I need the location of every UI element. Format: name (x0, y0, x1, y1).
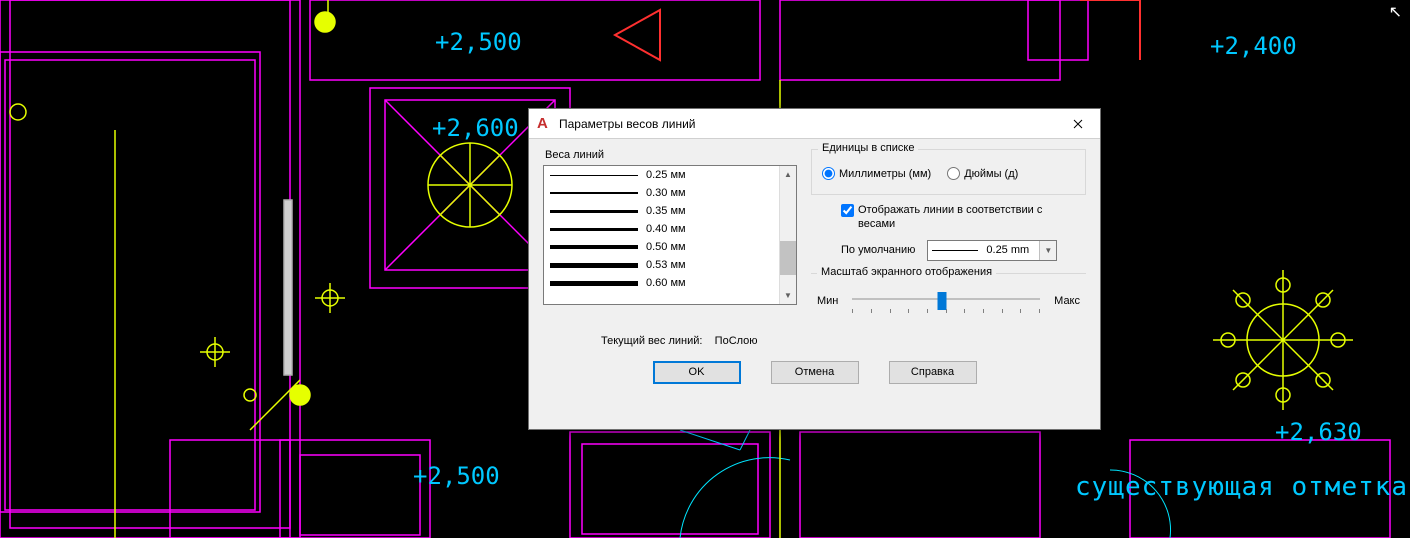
display-scale-label: Масштаб экранного отображения (817, 266, 996, 278)
lineweight-sample-icon (550, 175, 638, 176)
default-lineweight-select[interactable]: 0.25 mm ▼ (927, 240, 1057, 261)
listbox-scrollbar[interactable]: ▲ ▼ (779, 166, 796, 304)
lineweight-item-label: 0.40 мм (646, 223, 686, 235)
lineweight-settings-dialog: A Параметры весов линий Веса линий 0.25 … (528, 108, 1101, 430)
radio-in-label: Дюймы (д) (964, 168, 1018, 180)
lineweight-sample-icon (550, 210, 638, 213)
dimension-text: +2,600 (432, 114, 519, 142)
lineweight-item-label: 0.25 мм (646, 169, 686, 181)
lineweight-sample-icon (550, 228, 638, 231)
close-button[interactable] (1055, 109, 1100, 138)
cancel-button[interactable]: Отмена (771, 361, 859, 384)
units-inches-radio[interactable]: Дюймы (д) (947, 167, 1018, 180)
lineweight-sample-icon (550, 245, 638, 249)
help-button[interactable]: Справка (889, 361, 977, 384)
scroll-down-button[interactable]: ▼ (780, 287, 796, 304)
autocad-app-icon: A (537, 115, 553, 131)
lineweight-item[interactable]: 0.40 мм (544, 220, 779, 238)
default-lineweight-value: 0.25 mm (986, 244, 1029, 256)
lineweight-sample-icon (932, 250, 978, 251)
scrollbar-track[interactable] (780, 183, 796, 287)
dimension-text: +2,400 (1210, 32, 1297, 60)
lineweight-item[interactable]: 0.50 мм (544, 238, 779, 256)
radio-mm-label: Миллиметры (мм) (839, 168, 931, 180)
units-group-label: Единицы в списке (818, 142, 918, 154)
lineweight-sample-icon (550, 281, 638, 286)
units-group: Единицы в списке Миллиметры (мм) Дюймы (… (811, 149, 1086, 195)
dialog-title: Параметры весов линий (559, 117, 695, 131)
lineweight-item-label: 0.60 мм (646, 277, 686, 289)
lineweight-item[interactable]: 0.25 мм (544, 166, 779, 184)
current-lineweight-label: Текущий вес линий: (601, 335, 702, 347)
lineweights-listbox[interactable]: 0.25 мм 0.30 мм 0.35 мм 0.40 мм 0.50 мм 0.53 … (543, 165, 797, 305)
lineweight-item[interactable]: 0.35 мм (544, 202, 779, 220)
lineweight-sample-icon (550, 192, 638, 194)
lineweights-list-label: Веса линий (543, 149, 797, 161)
lineweight-item-label: 0.35 мм (646, 205, 686, 217)
lineweight-sample-icon (550, 263, 638, 268)
lineweight-item[interactable]: 0.60 мм (544, 274, 779, 292)
current-lineweight-value: ПоСлою (715, 335, 758, 347)
display-scale-slider[interactable] (848, 287, 1044, 315)
annotation-text: существующая отметка (1075, 472, 1408, 502)
units-mm-radio[interactable]: Миллиметры (мм) (822, 167, 931, 180)
dimension-text: +2,500 (413, 462, 500, 490)
scale-max-label: Макс (1054, 295, 1080, 307)
scroll-up-button[interactable]: ▲ (780, 166, 796, 183)
slider-thumb[interactable] (938, 292, 947, 310)
dimension-text: +2,500 (435, 28, 522, 56)
lineweight-item-label: 0.50 мм (646, 241, 686, 253)
ok-button[interactable]: OK (653, 361, 741, 384)
scale-min-label: Мин (817, 295, 838, 307)
lineweight-item[interactable]: 0.53 мм (544, 256, 779, 274)
dimension-text: +2,630 (1275, 418, 1362, 446)
display-lwt-label: Отображать линии в соответствии с весами (858, 203, 1048, 232)
display-lwt-checkbox[interactable] (841, 204, 854, 217)
dialog-titlebar[interactable]: A Параметры весов линий (529, 109, 1100, 139)
scrollbar-thumb[interactable] (780, 241, 796, 275)
chevron-down-icon: ▼ (1039, 241, 1056, 260)
lineweight-item-label: 0.30 мм (646, 187, 686, 199)
lineweight-item[interactable]: 0.30 мм (544, 184, 779, 202)
default-lineweight-label: По умолчанию (841, 244, 915, 256)
lineweight-item-label: 0.53 мм (646, 259, 686, 271)
